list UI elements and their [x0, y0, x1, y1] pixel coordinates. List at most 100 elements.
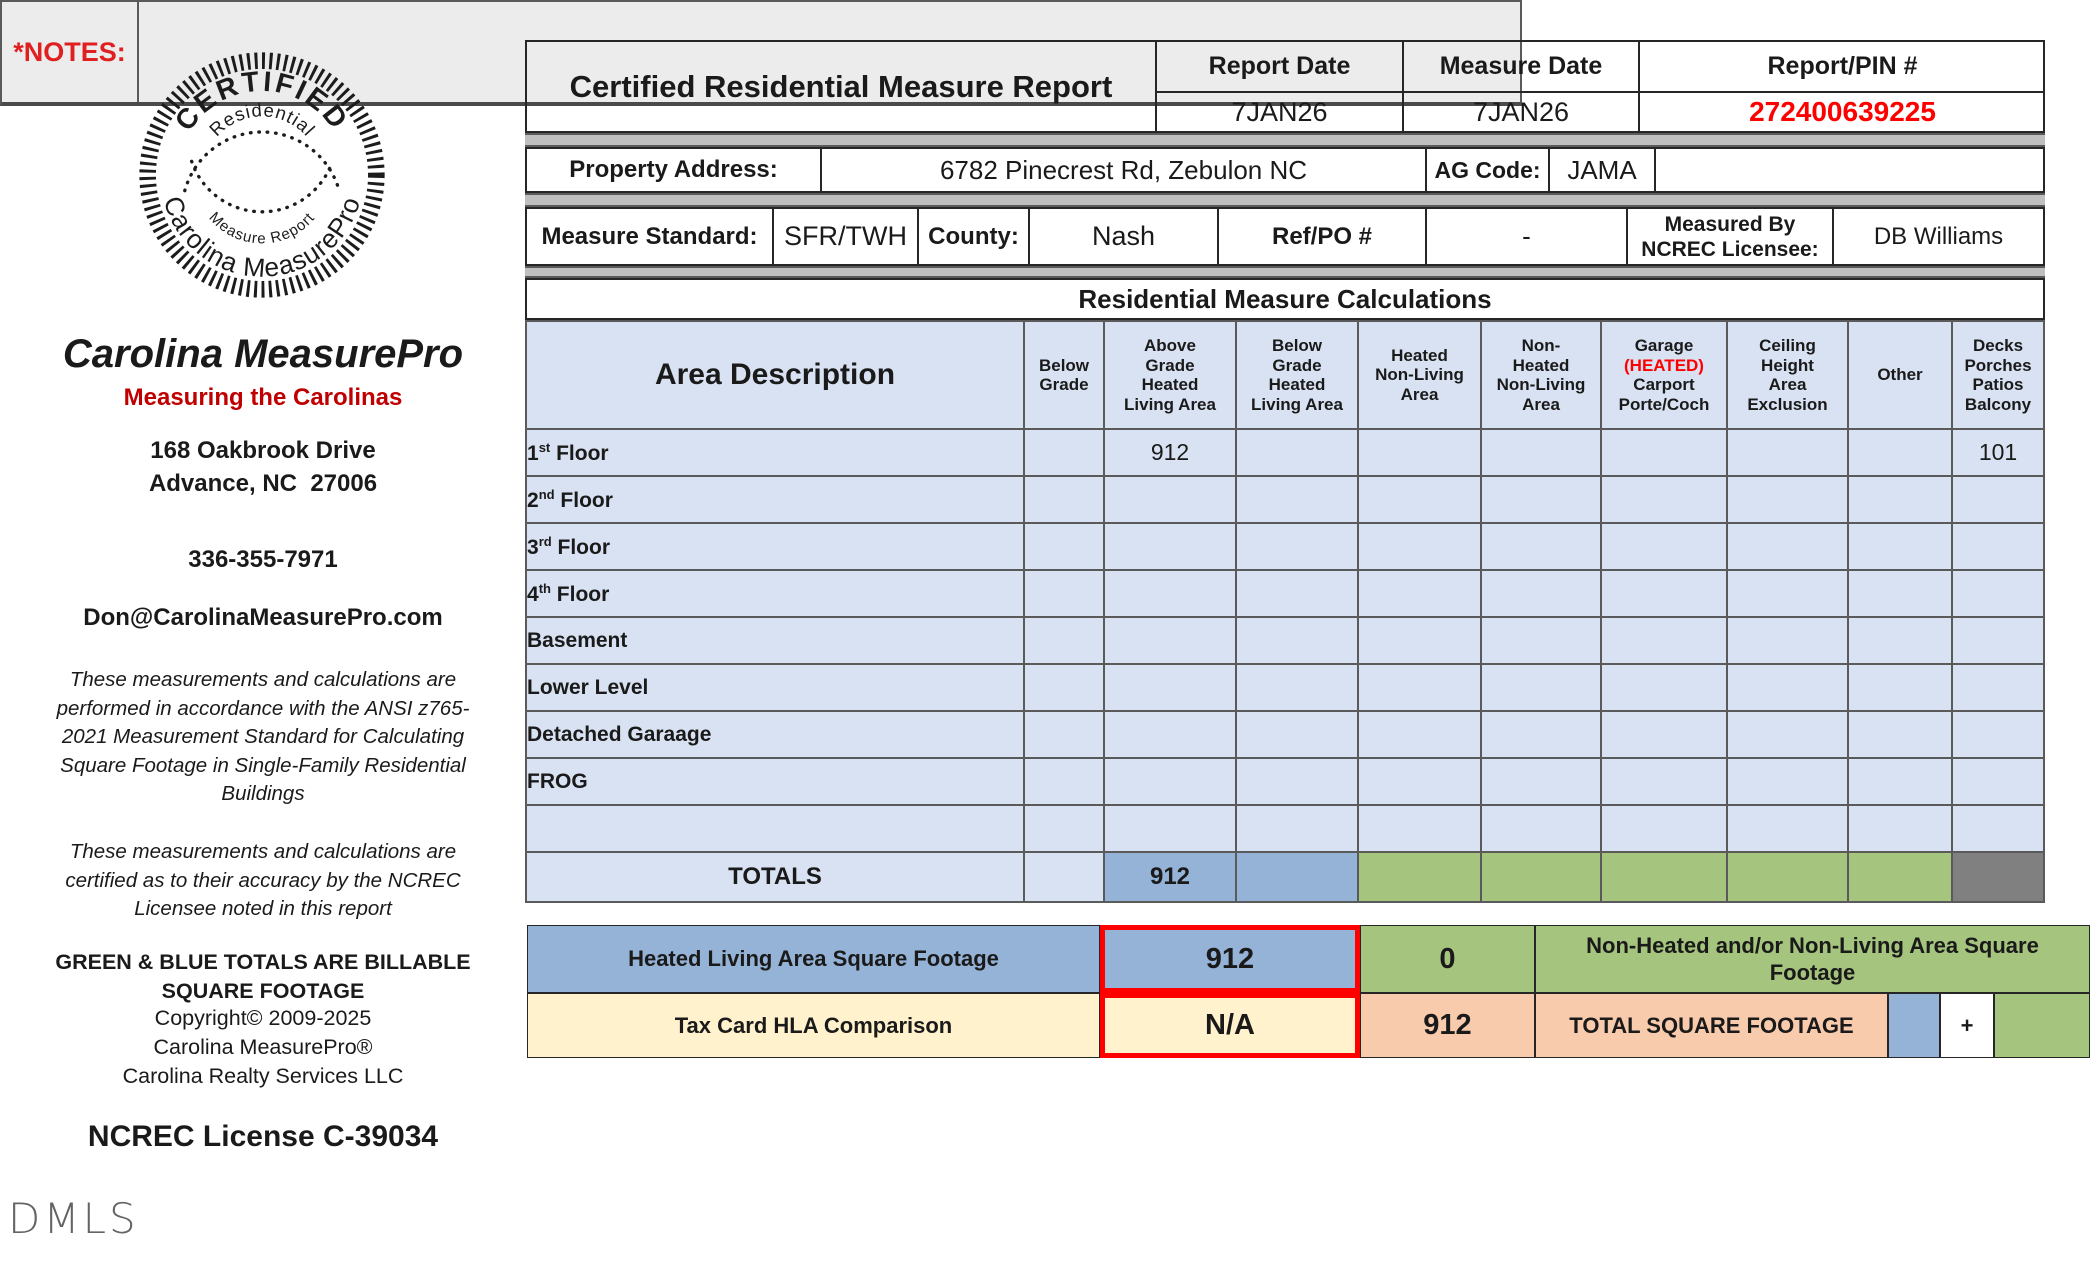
- area-value-cell: [1357, 710, 1482, 759]
- row-label-text: Floor: [550, 582, 610, 606]
- non-heated-label: Non-Heated and/or Non-Living Area Square…: [1535, 925, 2090, 993]
- row-label-text: Basement: [527, 628, 628, 652]
- area-value-cell: [1235, 616, 1359, 665]
- area-value-cell: [1235, 428, 1359, 477]
- totals-value-cell: [1480, 851, 1602, 903]
- row-label-text: Floor: [554, 488, 613, 512]
- copyright-block: Copyright© 2009-2025 Carolina MeasurePro…: [122, 1006, 404, 1088]
- property-address-value: 6782 Pinecrest Rd, Zebulon NC: [820, 147, 1425, 193]
- column-header-line: Decks: [1972, 336, 2024, 355]
- table-row: 1st Floor 912 101: [525, 428, 2045, 477]
- area-row-label: 1st Floor: [525, 428, 1025, 477]
- area-value-cell: [1235, 475, 1359, 524]
- column-header-area-description: Area Description: [525, 320, 1025, 430]
- area-value-cell: [1847, 663, 1953, 712]
- billable-note: GREEN & BLUE TOTALS ARE BILLABLE SQUARE …: [55, 950, 471, 1003]
- area-value-cell: [1600, 475, 1728, 524]
- company-tagline: Measuring the Carolinas: [123, 384, 403, 411]
- column-header: Heated Non-Living Area: [1357, 320, 1482, 430]
- area-row-label: Basement: [525, 616, 1025, 665]
- area-value-cell: [1357, 616, 1482, 665]
- area-value-cell: [1480, 757, 1602, 806]
- area-value-cell: [1235, 757, 1359, 806]
- column-header-line: (HEATED): [1624, 355, 1704, 375]
- measured-by-label-line2: NCREC Licensee:: [1641, 237, 1819, 261]
- measured-by-label-line1: Measured By: [1664, 212, 1796, 236]
- report-date-label: Report Date: [1155, 40, 1402, 91]
- area-value-cell: [1023, 616, 1105, 665]
- totals-value-cell: [1357, 851, 1482, 903]
- totals-value-cell: [1726, 851, 1849, 903]
- certification-seal: CERTIFIED Residential Measure Report Car…: [139, 52, 385, 298]
- area-value-cell: [1023, 663, 1105, 712]
- area-value-cell: [1951, 710, 2045, 759]
- area-row-label: Lower Level: [525, 663, 1025, 712]
- total-sqft-label: TOTAL SQUARE FOOTAGE: [1535, 993, 1888, 1058]
- row-label-text: Detached Garaage: [527, 722, 712, 746]
- area-value-cell: [1600, 710, 1728, 759]
- area-value-cell: [1357, 569, 1482, 618]
- column-header-line: Living Area: [1251, 394, 1343, 414]
- column-header-line: Porches: [1964, 355, 2032, 375]
- area-value-cell: [1235, 522, 1359, 571]
- column-header-line: Non-Living: [1496, 375, 1586, 394]
- area-value-cell: [1357, 757, 1482, 806]
- company-email: Don@CarolinaMeasurePro.com: [83, 604, 443, 631]
- measured-by-label: Measured By NCREC Licensee:: [1626, 207, 1832, 266]
- column-header-line: Area: [1400, 384, 1439, 404]
- column-header-line: Grade: [1145, 355, 1195, 375]
- area-value-cell: [1103, 569, 1237, 618]
- area-value-cell: [1357, 804, 1482, 853]
- column-header-line: Living Area: [1124, 394, 1216, 414]
- area-value-cell: [1480, 569, 1602, 618]
- table-row: Detached Garaage: [525, 710, 2045, 759]
- area-value-cell: [1357, 522, 1482, 571]
- area-value-cell: [1600, 569, 1728, 618]
- seal-text-certified: CERTIFIED: [169, 65, 355, 136]
- section-title: Residential Measure Calculations: [525, 278, 2045, 320]
- area-value-cell: [1600, 804, 1728, 853]
- area-row-label: [525, 804, 1025, 853]
- measured-by-value: DB Williams: [1832, 207, 2045, 266]
- ref-po-label: Ref/PO #: [1217, 207, 1425, 266]
- area-row-label: 4th Floor: [525, 569, 1025, 618]
- area-value-cell: 912: [1103, 428, 1237, 477]
- area-value-cell: [1951, 804, 2045, 853]
- column-header-line: Below: [1271, 336, 1323, 355]
- area-value-cell: [1847, 475, 1953, 524]
- area-row-label: 2nd Floor: [525, 475, 1025, 524]
- area-value-cell: [1600, 663, 1728, 712]
- row-label-text: 2: [527, 488, 539, 512]
- column-header-line: Exclusion: [1747, 394, 1828, 414]
- row-label-text: Floor: [550, 441, 609, 465]
- area-value-cell: [1103, 663, 1237, 712]
- totals-label: TOTALS: [525, 851, 1025, 903]
- row-label-text: Lower Level: [527, 675, 649, 699]
- property-address-label: Property Address:: [525, 147, 820, 193]
- area-value-cell: [1726, 569, 1849, 618]
- area-value-cell: [1726, 757, 1849, 806]
- tax-card-label: Tax Card HLA Comparison: [527, 993, 1100, 1058]
- row-label-text: FROG: [527, 769, 588, 793]
- area-value-cell: [1726, 663, 1849, 712]
- column-header-line: Other: [1877, 365, 1923, 385]
- column-header: Below Grade: [1023, 320, 1105, 430]
- area-value-cell: [1103, 522, 1237, 571]
- county-label: County:: [917, 207, 1028, 266]
- totals-value-cell: [1600, 851, 1728, 903]
- measure-date-value: 7JAN26: [1402, 91, 1638, 131]
- measure-calculations-table: Area Description Below Grade Above Grade Heat…: [525, 320, 2045, 903]
- column-header-line: Below: [1038, 355, 1090, 375]
- area-value-cell: [1847, 710, 1953, 759]
- company-phone: 336-355-7971: [188, 546, 338, 573]
- column-header-line: Heated: [1268, 375, 1326, 394]
- area-value-cell: [1023, 710, 1105, 759]
- total-sqft-value: 912: [1360, 993, 1535, 1058]
- row-label-ordinal: rd: [538, 533, 552, 549]
- column-header: Other: [1847, 320, 1953, 430]
- area-value-cell: [1726, 522, 1849, 571]
- column-header-line: Height: [1761, 355, 1814, 375]
- report-title: Certified Residential Measure Report: [525, 40, 1155, 131]
- column-header-line: Heated: [1141, 375, 1199, 394]
- separator-band: [525, 266, 2045, 278]
